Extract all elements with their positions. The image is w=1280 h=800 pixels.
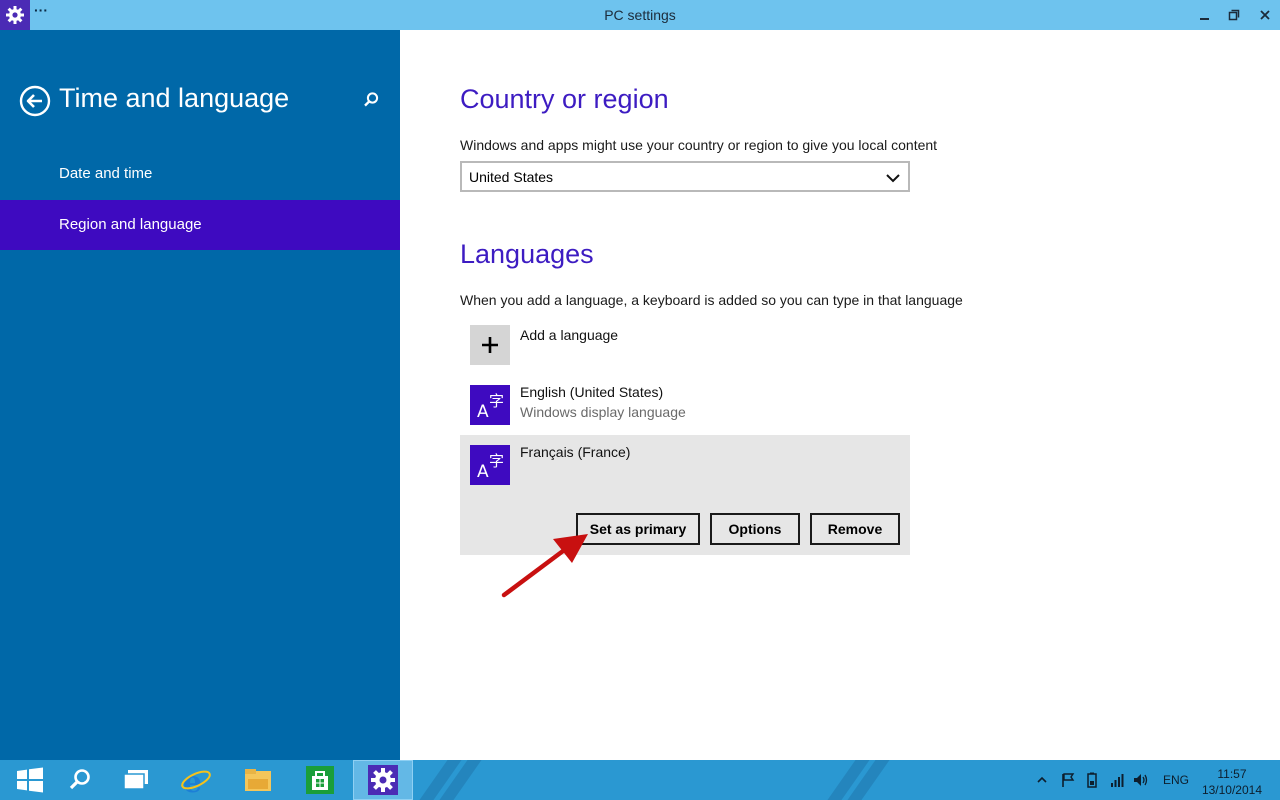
sidebar-item-region-and-language[interactable]: Region and language: [0, 200, 400, 250]
svg-text:A: A: [477, 462, 489, 482]
clock[interactable]: 11:57 13/10/2014: [1202, 766, 1262, 798]
input-language-label: ENG: [1163, 773, 1190, 787]
country-select[interactable]: United States: [460, 161, 910, 192]
languages-heading: Languages: [460, 239, 594, 269]
file-explorer-icon[interactable]: [228, 760, 288, 800]
pc-settings-taskbar-icon[interactable]: [353, 760, 413, 800]
country-heading: Country or region: [460, 84, 669, 114]
search-icon[interactable]: [361, 90, 381, 110]
annotation-arrow: [501, 534, 588, 598]
language-name: Français (France): [520, 444, 631, 460]
taskbar: e ENG 11:57 13/10/2014: [0, 760, 1280, 800]
chevron-down-icon: [886, 171, 900, 183]
volume-icon[interactable]: [1132, 760, 1150, 800]
minimize-button[interactable]: [1190, 0, 1220, 30]
store-icon[interactable]: [290, 760, 350, 800]
window-title: PC settings: [604, 7, 676, 23]
country-description: Windows and apps might use your country …: [460, 137, 938, 153]
language-subtitle: Windows display language: [520, 404, 686, 420]
title-bar: ··· PC settings: [0, 0, 1280, 30]
clock-time: 11:57: [1217, 767, 1247, 781]
language-icon: A 字: [470, 385, 510, 425]
language-name: English (United States): [520, 384, 664, 400]
sidebar: Time and language Date and time Region a…: [0, 30, 400, 760]
plus-icon: [470, 325, 510, 365]
back-arrow-icon[interactable]: [19, 85, 51, 117]
sidebar-item-date-and-time[interactable]: Date and time: [0, 149, 400, 199]
network-signal-icon[interactable]: [1109, 760, 1127, 800]
restore-button[interactable]: [1219, 0, 1249, 30]
country-select-value: United States: [469, 169, 554, 185]
clock-date: 13/10/2014: [1201, 783, 1262, 797]
add-language-label: Add a language: [520, 327, 619, 343]
internet-explorer-icon[interactable]: e: [166, 760, 226, 800]
action-center-flag-icon[interactable]: [1060, 760, 1076, 800]
input-language-indicator[interactable]: ENG: [1163, 760, 1189, 800]
svg-text:A: A: [477, 402, 489, 422]
svg-text:字: 字: [489, 452, 504, 470]
svg-text:字: 字: [489, 392, 504, 410]
search-icon[interactable]: [50, 760, 110, 800]
languages-description: When you add a language, a keyboard is a…: [460, 292, 963, 308]
language-icon: A 字: [470, 445, 510, 485]
show-hidden-icons-chevron-icon[interactable]: [1036, 760, 1048, 800]
add-language-item[interactable]: Add a language: [460, 315, 910, 375]
battery-icon[interactable]: [1085, 760, 1103, 800]
language-item-english[interactable]: A 字 English (United States) Windows disp…: [460, 375, 910, 435]
remove-button[interactable]: Remove: [810, 513, 900, 545]
options-button[interactable]: Options: [710, 513, 800, 545]
task-view-icon[interactable]: [106, 760, 166, 800]
close-button[interactable]: [1250, 0, 1280, 30]
sidebar-title: Time and language: [59, 83, 290, 113]
